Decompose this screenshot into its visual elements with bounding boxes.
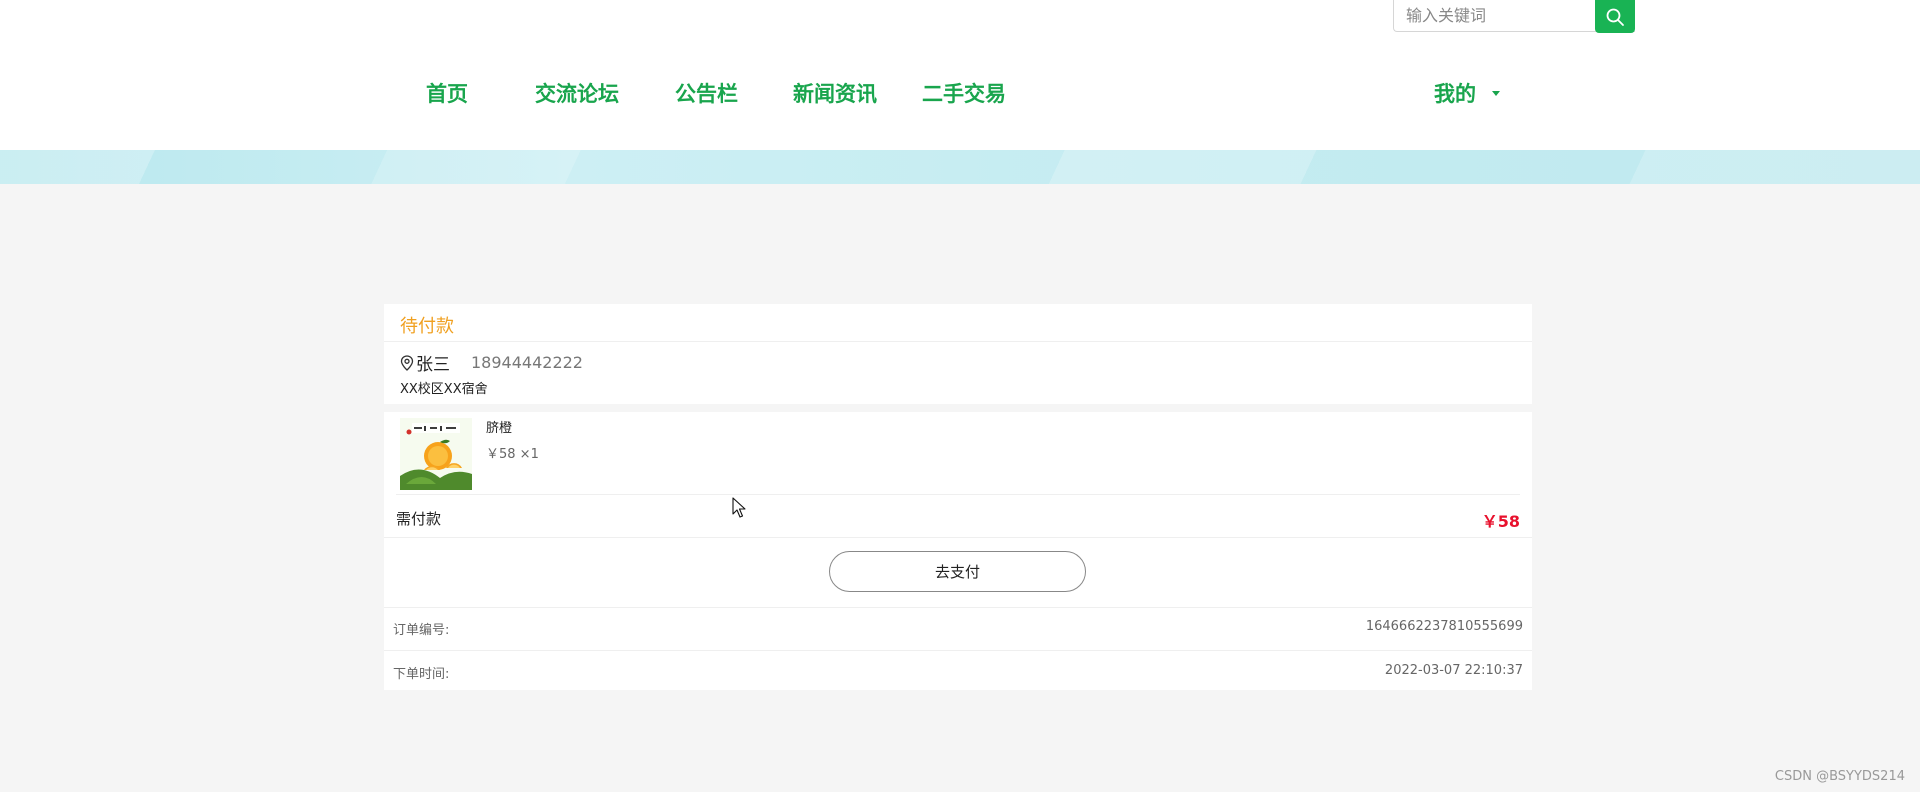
go-pay-button[interactable]: 去支付 [829,551,1086,592]
recipient-phone: 18944442222 [471,353,583,372]
order-address-card: 待付款 张三 18944442222 XX校区XX宿舍 [384,304,1532,404]
order-time-label: 下单时间: [393,667,450,682]
order-time-value: 2022-03-07 22:10:37 [1384,663,1523,678]
nav-market[interactable]: 二手交易 [922,74,1006,114]
header: 首页 交流论坛 公告栏 新闻资讯 二手交易 我的 [0,0,1920,150]
order-no-value: 1646662237810555699 [1365,619,1523,634]
recipient-name: 张三 [416,355,450,375]
caret-down-icon [1492,90,1500,96]
nav-mine-dropdown[interactable]: 我的 [1434,74,1500,114]
divider [396,494,1520,495]
search-button[interactable] [1595,0,1635,33]
nav-notice[interactable]: 公告栏 [675,74,738,114]
order-detail-card: 脐橙 ￥58 ×1 需付款 ￥58 去支付 订单编号: 164666223781… [384,412,1532,690]
mouse-cursor-icon [732,497,746,523]
nav-forum[interactable]: 交流论坛 [535,74,619,114]
order-no-label: 订单编号: [393,623,450,638]
order-status: 待付款 [400,316,454,337]
divider [384,607,1532,608]
search-icon [1606,8,1624,26]
main-nav: 首页 交流论坛 公告栏 新闻资讯 二手交易 我的 [0,74,1920,114]
address-row: 张三 18944442222 [400,350,583,375]
nav-mine-label: 我的 [1434,82,1476,106]
nav-home[interactable]: 首页 [426,74,468,114]
product-name: 脐橙 [486,421,513,436]
location-pin-icon [400,354,414,371]
divider [384,341,1532,342]
pay-amount-label: 需付款 [396,510,442,528]
pay-amount-value: ￥58 [1481,512,1520,531]
product-price-qty: ￥58 ×1 [486,447,539,462]
watermark: CSDN @BSYYDS214 [1774,769,1905,784]
address-detail: XX校区XX宿舍 [400,382,488,397]
divider [384,537,1532,538]
divider [384,650,1532,651]
orange-product-image[interactable] [400,418,472,490]
banner-strip [0,150,1920,184]
nav-news[interactable]: 新闻资讯 [793,74,877,114]
